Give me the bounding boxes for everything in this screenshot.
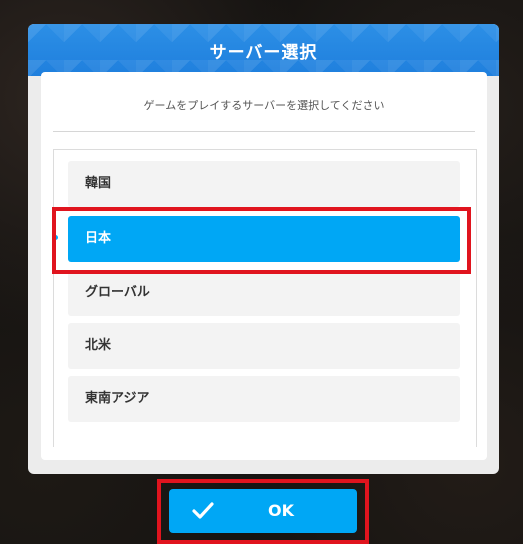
server-item-southeast-asia[interactable]: 東南アジア (68, 376, 460, 422)
ok-button[interactable]: OK (169, 489, 357, 533)
server-list: 韓国 日本 グローバル 北米 東南アジア (53, 149, 477, 447)
selected-indicator-dot (51, 233, 60, 242)
server-item-korea[interactable]: 韓国 (68, 161, 460, 207)
dialog-subtitle: ゲームをプレイするサーバーを選択してください (143, 99, 385, 112)
divider (53, 131, 475, 132)
server-item-japan[interactable]: 日本 (68, 216, 460, 262)
ok-button-label: OK (268, 501, 294, 520)
dialog-header: サーバー選択 (28, 24, 499, 76)
check-icon (192, 502, 214, 519)
server-select-dialog: サーバー選択 ゲームをプレイするサーバーを選択してください 韓国 日本 グローバ… (28, 24, 499, 474)
server-item-north-america[interactable]: 北米 (68, 323, 460, 369)
dialog-title: サーバー選択 (209, 43, 318, 63)
server-item-global[interactable]: グローバル (68, 270, 460, 316)
dialog-panel: ゲームをプレイするサーバーを選択してください 韓国 日本 グローバル 北米 東南… (41, 72, 487, 460)
